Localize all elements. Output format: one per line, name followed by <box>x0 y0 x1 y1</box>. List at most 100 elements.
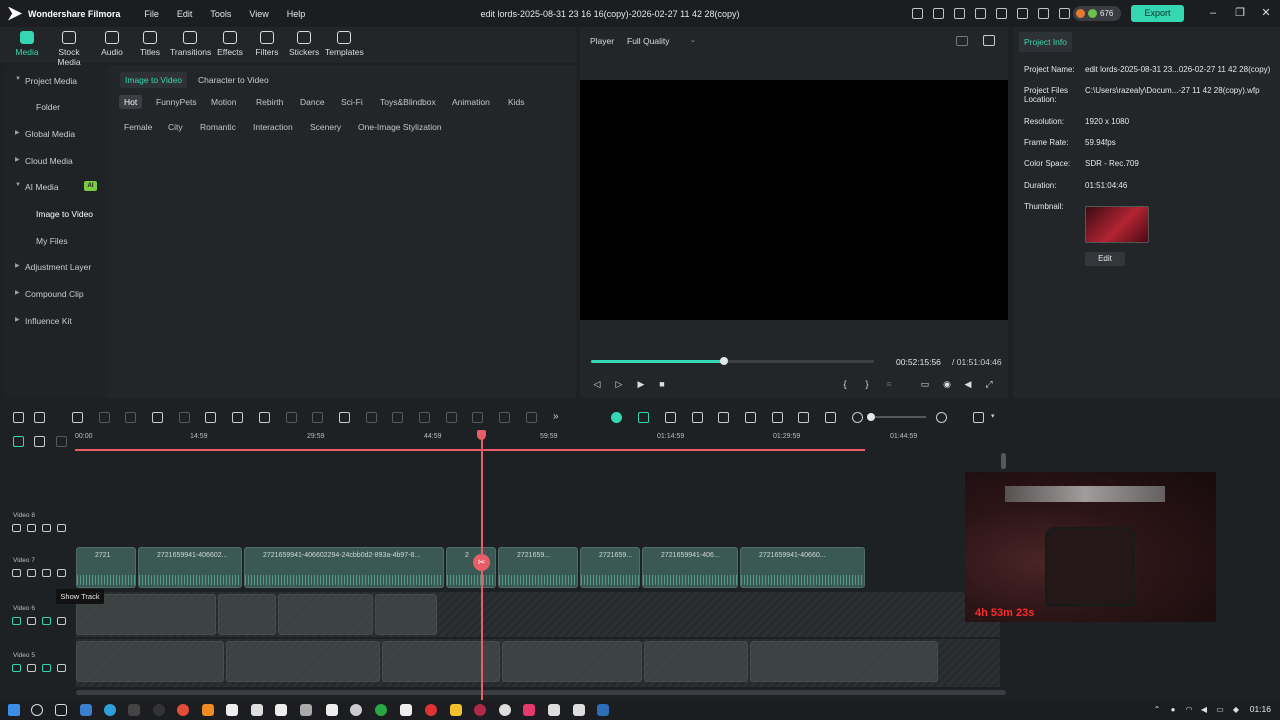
download-icon[interactable] <box>996 8 1007 19</box>
undo-icon[interactable] <box>72 412 83 423</box>
tiktok-icon[interactable] <box>523 704 535 716</box>
category-interaction[interactable]: Interaction <box>248 120 298 134</box>
tray-wifi-icon[interactable]: ◠ <box>1184 705 1194 715</box>
mic-icon[interactable] <box>745 412 756 423</box>
timeline-clip[interactable]: 2721659941-40660... <box>740 547 865 588</box>
picture-in-picture-icon[interactable] <box>798 412 809 423</box>
app3-icon[interactable] <box>400 704 412 716</box>
marker-icon[interactable] <box>665 412 676 423</box>
playback-progress-handle[interactable] <box>720 357 728 365</box>
playback-progress-bar[interactable] <box>591 357 874 365</box>
app5-icon[interactable] <box>573 704 585 716</box>
timeline-clip-hidden[interactable] <box>644 641 748 682</box>
vertical-scrollbar[interactable] <box>1001 453 1006 469</box>
compare-view-icon[interactable] <box>956 36 968 46</box>
grid-view-icon[interactable] <box>973 412 984 423</box>
category-kids[interactable]: Kids <box>503 95 530 109</box>
shield-icon[interactable] <box>718 412 729 423</box>
tab-project-info[interactable]: Project Info <box>1019 32 1072 52</box>
category-hot[interactable]: Hot <box>119 95 143 109</box>
crop-icon[interactable] <box>179 412 190 423</box>
media-app-icon[interactable] <box>300 704 312 716</box>
category-scenery[interactable]: Scenery <box>305 120 346 134</box>
category-female[interactable]: Female <box>119 120 157 134</box>
timeline-clip-hidden[interactable] <box>502 641 642 682</box>
timeline-clip[interactable]: 2 <box>446 547 496 588</box>
eye-hidden-icon[interactable] <box>42 664 51 672</box>
search-icon[interactable] <box>31 704 43 716</box>
shape-icon[interactable] <box>259 412 270 423</box>
display-icon[interactable]: ▭ <box>920 379 930 389</box>
delete-icon[interactable] <box>125 412 136 423</box>
select-tool-icon[interactable] <box>34 412 45 423</box>
eye-hidden-icon[interactable] <box>42 569 51 577</box>
clock-app-icon[interactable] <box>499 704 511 716</box>
edge-icon[interactable] <box>104 704 116 716</box>
grid-icon[interactable] <box>1059 8 1070 19</box>
zoom-out-icon[interactable] <box>852 412 863 423</box>
prev-frame-icon[interactable]: ◁ <box>592 379 602 389</box>
close-icon[interactable]: ✕ <box>1260 7 1272 19</box>
split-icon[interactable] <box>152 412 163 423</box>
zoom-in-icon[interactable] <box>936 412 947 423</box>
folder-icon[interactable] <box>12 664 21 672</box>
timeline-clip-hidden[interactable] <box>750 641 938 682</box>
credits-badge[interactable]: 676 <box>1073 6 1121 21</box>
speaker-icon[interactable] <box>27 617 36 625</box>
menu-file[interactable]: File <box>144 9 159 19</box>
speaker-icon[interactable] <box>27 524 36 532</box>
folder-icon[interactable] <box>12 617 21 625</box>
tray-mic-icon[interactable]: ● <box>1168 705 1178 715</box>
scissors-icon[interactable]: ✂ <box>473 554 490 571</box>
green-app-icon[interactable] <box>375 704 387 716</box>
timeline-clip[interactable]: 2721659941-406602294-24cbb0d2-893a-4b97-… <box>244 547 444 588</box>
fullscreen-icon[interactable]: ⤢ <box>984 379 994 389</box>
store-icon[interactable] <box>251 704 263 716</box>
category-dance[interactable]: Dance <box>295 95 330 109</box>
tab-media[interactable]: Media <box>14 31 40 57</box>
export-button[interactable]: Export <box>1131 5 1184 22</box>
tray-volume-icon[interactable]: ◀ <box>1199 705 1209 715</box>
chevron-down-icon[interactable]: ⌄ <box>690 36 696 44</box>
adjust-icon[interactable] <box>499 412 510 423</box>
timeline-clip[interactable]: 2721659... <box>580 547 640 588</box>
folder-icon[interactable] <box>12 569 21 577</box>
freeze-icon[interactable] <box>419 412 430 423</box>
app2-icon[interactable] <box>326 704 338 716</box>
message-icon[interactable] <box>954 8 965 19</box>
render-icon[interactable] <box>692 412 703 423</box>
image-icon[interactable] <box>983 35 995 46</box>
timeline-clip[interactable]: 2721659... <box>498 547 578 588</box>
time-ruler[interactable]: 00:00 14:59 29:59 44:59 59:59 01:14:59 0… <box>75 429 1008 451</box>
mark-out-icon[interactable]: } <box>862 379 872 389</box>
timeline-clip[interactable]: 2721 <box>76 547 136 588</box>
timer-icon[interactable] <box>392 412 403 423</box>
settings-icon[interactable] <box>350 704 362 716</box>
folder-icon[interactable] <box>12 524 21 532</box>
edit-thumbnail-button[interactable]: Edit <box>1085 252 1125 266</box>
ai-tools-icon[interactable] <box>339 412 350 423</box>
preview-screen[interactable] <box>580 80 1008 320</box>
minimize-icon[interactable]: – <box>1207 7 1219 19</box>
send-icon[interactable] <box>933 8 944 19</box>
color-icon[interactable] <box>312 412 323 423</box>
play-icon[interactable]: ▶ <box>636 379 646 389</box>
monitor-icon[interactable] <box>975 8 986 19</box>
category-romantic[interactable]: Romantic <box>195 120 241 134</box>
tab-transitions[interactable]: Transitions <box>170 31 211 57</box>
gift-icon[interactable] <box>912 8 923 19</box>
tab-stickers[interactable]: Stickers <box>289 31 319 57</box>
quality-select[interactable]: Full Quality <box>627 36 670 46</box>
speaker-icon[interactable] <box>27 664 36 672</box>
category-toys-blindbox[interactable]: Toys&Blindbox <box>375 95 441 109</box>
timeline-clip-hidden[interactable] <box>375 594 437 635</box>
link-icon[interactable] <box>13 436 24 447</box>
snap-icon[interactable] <box>638 412 649 423</box>
timeline-clip-hidden[interactable] <box>218 594 276 635</box>
zoom-slider-handle[interactable] <box>867 413 875 421</box>
chrome-icon[interactable] <box>177 704 189 716</box>
tab-effects[interactable]: Effects <box>216 31 244 57</box>
lock-icon[interactable] <box>57 664 66 672</box>
eye-hidden-icon[interactable] <box>42 617 51 625</box>
search-app-icon[interactable] <box>202 704 214 716</box>
